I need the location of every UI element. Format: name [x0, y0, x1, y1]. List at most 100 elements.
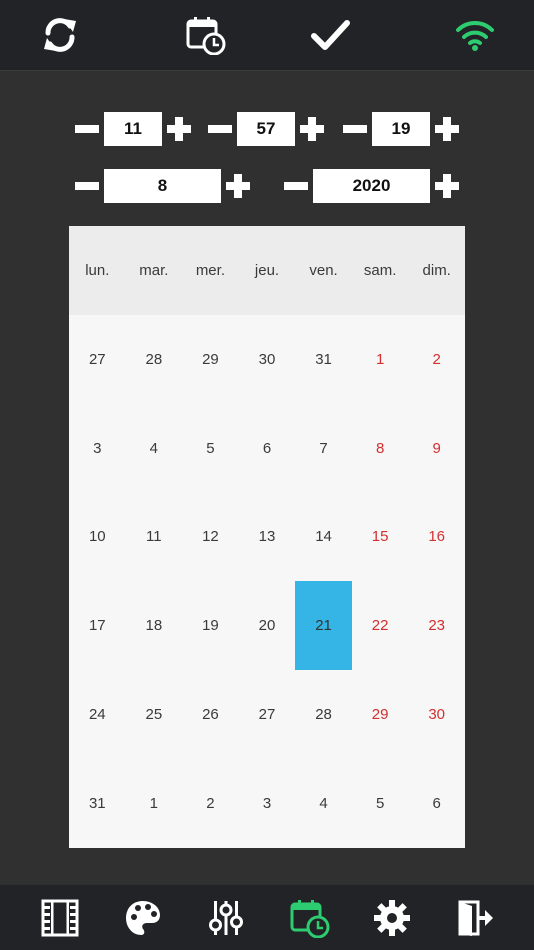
- calendar-day[interactable]: 7: [295, 404, 352, 493]
- calendar-day[interactable]: 29: [182, 315, 239, 404]
- calendar-day[interactable]: 11: [126, 493, 183, 582]
- second-increment-button[interactable]: [432, 114, 462, 144]
- year-increment-button[interactable]: [432, 171, 462, 201]
- calendar-day[interactable]: 13: [239, 493, 296, 582]
- nav-sliders-button[interactable]: [201, 893, 251, 943]
- calendar-day[interactable]: 1: [126, 759, 183, 848]
- calendar-day[interactable]: 22: [352, 581, 409, 670]
- calendar-day[interactable]: 6: [239, 404, 296, 493]
- calendar-day[interactable]: 17: [69, 581, 126, 670]
- minute-increment-button[interactable]: [297, 114, 327, 144]
- weekday-label: mar.: [139, 262, 169, 279]
- palette-icon: [126, 901, 160, 935]
- calendar-day[interactable]: 24: [69, 670, 126, 759]
- month-increment-button[interactable]: [223, 171, 253, 201]
- minus-icon: [75, 182, 99, 190]
- nav-settings-button[interactable]: [367, 893, 417, 943]
- calendar-day[interactable]: 30: [408, 670, 465, 759]
- plus-icon: [435, 174, 459, 198]
- checkmark-icon: [311, 20, 350, 50]
- minute-spinner: 57: [205, 112, 327, 146]
- calendar-day[interactable]: 3: [69, 404, 126, 493]
- calendar-day[interactable]: 23: [408, 581, 465, 670]
- refresh-icon: [44, 18, 76, 52]
- film-icon: [41, 899, 79, 937]
- second-field[interactable]: 19: [372, 112, 430, 146]
- bottom-navigation: [0, 885, 534, 950]
- minus-icon: [343, 125, 367, 133]
- calendar-day[interactable]: 27: [69, 315, 126, 404]
- nav-video-button[interactable]: [35, 893, 85, 943]
- calendar-day[interactable]: 4: [295, 759, 352, 848]
- weekday-label: jeu.: [254, 262, 280, 279]
- calendar-day[interactable]: 14: [295, 493, 352, 582]
- weekday-label: mer.: [195, 262, 225, 279]
- gear-icon: [374, 900, 410, 936]
- month-decrement-button[interactable]: [72, 171, 102, 201]
- wifi-icon: [456, 20, 494, 51]
- weekday-label: dim.: [422, 262, 451, 279]
- second-decrement-button[interactable]: [340, 114, 370, 144]
- nav-exit-button[interactable]: [450, 893, 500, 943]
- calendar-day[interactable]: 20: [239, 581, 296, 670]
- calendar-day[interactable]: 19: [182, 581, 239, 670]
- calendar-day[interactable]: 12: [182, 493, 239, 582]
- hour-spinner: 11: [72, 112, 194, 146]
- calendar-day[interactable]: 18: [126, 581, 183, 670]
- calendar-day-selected[interactable]: 21: [295, 581, 352, 671]
- minute-field[interactable]: 57: [237, 112, 295, 146]
- month-field[interactable]: 8: [104, 169, 221, 203]
- plus-icon: [435, 117, 459, 141]
- plus-icon: [226, 174, 250, 198]
- calendar-clock-icon: [290, 900, 330, 938]
- second-spinner: 19: [340, 112, 462, 146]
- calendar-grid: lun. mar. mer. jeu. ven. sam. dim. 27 28…: [69, 226, 465, 848]
- hour-field[interactable]: 11: [104, 112, 162, 146]
- weekday-label: lun.: [85, 262, 110, 279]
- calendar-day[interactable]: 6: [408, 759, 465, 848]
- minus-icon: [75, 125, 99, 133]
- calendar-clock-icon: [186, 17, 226, 55]
- hour-increment-button[interactable]: [164, 114, 194, 144]
- calendar-day[interactable]: 15: [352, 493, 409, 582]
- year-field[interactable]: 2020: [313, 169, 430, 203]
- year-spinner: 2020: [281, 169, 462, 203]
- calendar-day[interactable]: 5: [182, 404, 239, 493]
- calendar-day[interactable]: 29: [352, 670, 409, 759]
- calendar-clock-button[interactable]: [178, 10, 232, 60]
- calendar-day[interactable]: 25: [126, 670, 183, 759]
- minute-decrement-button[interactable]: [205, 114, 235, 144]
- calendar-day[interactable]: 3: [239, 759, 296, 848]
- year-decrement-button[interactable]: [281, 171, 311, 201]
- calendar-day[interactable]: 31: [295, 315, 352, 404]
- hour-decrement-button[interactable]: [72, 114, 102, 144]
- nav-palette-button[interactable]: [118, 893, 168, 943]
- calendar-day[interactable]: 27: [239, 670, 296, 759]
- calendar-day[interactable]: 1: [352, 315, 409, 404]
- calendar-day[interactable]: 4: [126, 404, 183, 493]
- calendar-day[interactable]: 2: [408, 315, 465, 404]
- sliders-icon: [209, 901, 243, 935]
- calendar-day[interactable]: 28: [295, 670, 352, 759]
- month-spinner: 8: [72, 169, 253, 203]
- refresh-button[interactable]: [33, 10, 87, 60]
- confirm-button[interactable]: [303, 10, 357, 60]
- calendar-day[interactable]: 10: [69, 493, 126, 582]
- plus-icon: [300, 117, 324, 141]
- exit-icon: [458, 900, 493, 936]
- calendar-day[interactable]: 5: [352, 759, 409, 848]
- calendar-day[interactable]: 30: [239, 315, 296, 404]
- plus-icon: [167, 117, 191, 141]
- wifi-status[interactable]: [448, 10, 502, 60]
- calendar-day[interactable]: 31: [69, 759, 126, 848]
- weekday-label: sam.: [363, 262, 397, 279]
- calendar-day[interactable]: 16: [408, 493, 465, 582]
- calendar-day[interactable]: 28: [126, 315, 183, 404]
- nav-schedule-button-active[interactable]: [284, 893, 334, 943]
- calendar-day[interactable]: 9: [408, 404, 465, 493]
- calendar-day[interactable]: 2: [182, 759, 239, 848]
- calendar-day[interactable]: 26: [182, 670, 239, 759]
- calendar-day[interactable]: 8: [352, 404, 409, 493]
- minus-icon: [208, 125, 232, 133]
- top-toolbar: [0, 0, 534, 70]
